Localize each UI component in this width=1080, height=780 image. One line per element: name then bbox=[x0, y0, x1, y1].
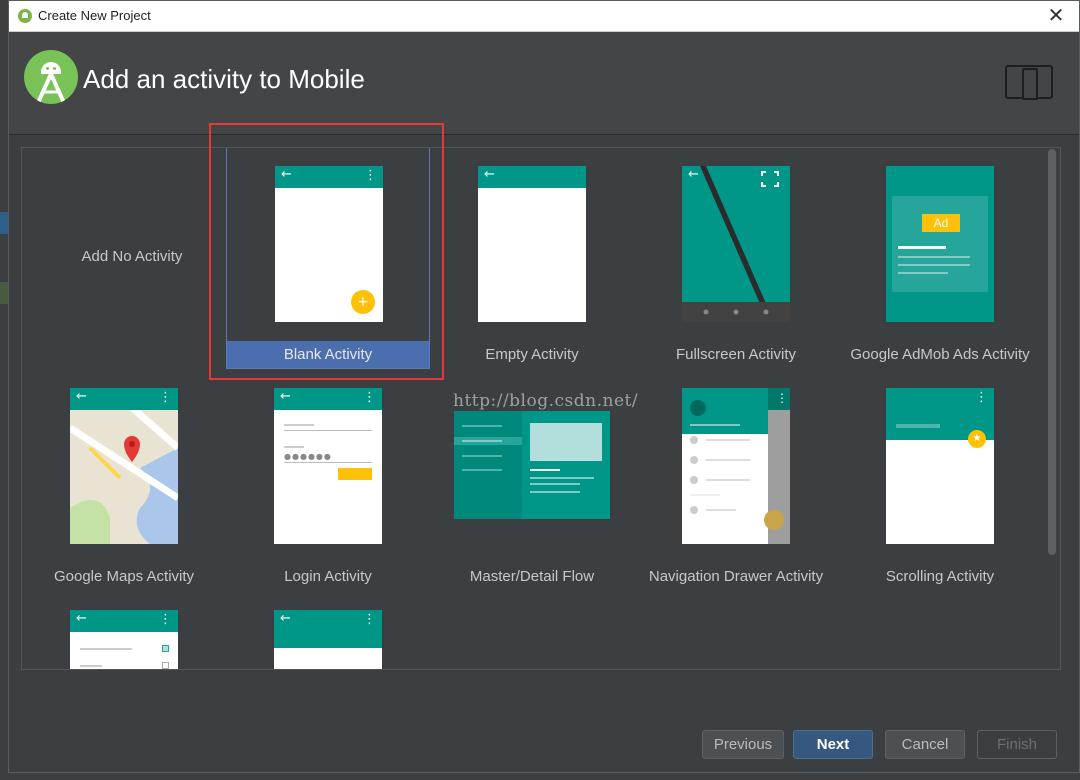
wizard-header: Add an activity to Mobile bbox=[9, 32, 1079, 135]
activity-item-tabbed-activity[interactable]: ← ⋮ bbox=[226, 591, 430, 669]
activity-thumbnail: ← bbox=[682, 166, 790, 322]
overflow-menu-icon: ⋮ bbox=[776, 391, 788, 405]
activity-item-scrolling-activity[interactable]: ⋮ ★ Scrolling Activity bbox=[838, 369, 1042, 591]
cancel-button[interactable]: Cancel bbox=[885, 730, 965, 759]
window-title: Create New Project bbox=[38, 8, 151, 23]
activity-item-login-activity[interactable]: ← ⋮ ●●●●●● Login Activity bbox=[226, 369, 430, 591]
activity-thumbnail: ← ⋮ bbox=[70, 610, 178, 669]
window-titlebar: Create New Project ✕ bbox=[9, 1, 1079, 32]
overflow-menu-icon: ⋮ bbox=[159, 390, 172, 405]
activity-item-admob-activity[interactable]: Ad Google AdMob Ads Activity bbox=[838, 148, 1042, 369]
activity-thumbnail: ← ⋮ ●●●●●● bbox=[274, 388, 382, 544]
next-button[interactable]: Next bbox=[793, 730, 873, 759]
activity-thumbnail bbox=[454, 411, 610, 519]
overflow-menu-icon: ⋮ bbox=[363, 390, 376, 405]
overflow-menu-icon: ⋮ bbox=[975, 390, 988, 405]
arrow-back-icon: ← bbox=[688, 167, 699, 182]
activity-thumbnail: ← ⋮ bbox=[274, 610, 382, 669]
arrow-back-icon: ← bbox=[280, 389, 291, 404]
android-studio-icon bbox=[18, 9, 32, 23]
create-project-dialog: Create New Project ✕ Add an activity to … bbox=[8, 0, 1080, 773]
watermark-text: http://blog.csdn.net/ bbox=[453, 391, 639, 411]
gallery-scrollbar[interactable] bbox=[1048, 149, 1056, 555]
device-form-factor-icon bbox=[1005, 65, 1053, 100]
arrow-back-icon: ← bbox=[76, 611, 87, 626]
activity-item-add-no-activity[interactable]: Add No Activity bbox=[30, 148, 234, 369]
activity-thumbnail: Ad bbox=[886, 166, 994, 322]
close-icon[interactable]: ✕ bbox=[1045, 4, 1067, 26]
star-icon: ★ bbox=[968, 430, 986, 448]
highlight-annotation-box bbox=[209, 123, 444, 380]
overflow-menu-icon: ⋮ bbox=[159, 612, 172, 627]
previous-button[interactable]: Previous bbox=[702, 730, 784, 759]
activity-thumbnail: ⋮ bbox=[682, 388, 790, 544]
android-studio-logo bbox=[24, 50, 78, 104]
activity-item-label: Scrolling Activity bbox=[885, 568, 995, 585]
activity-thumbnail: ← ⋮ bbox=[70, 388, 178, 544]
activity-item-maps-activity[interactable]: ← ⋮ Google Maps Activity bbox=[22, 369, 226, 591]
page-title: Add an activity to Mobile bbox=[83, 64, 365, 94]
finish-button: Finish bbox=[977, 730, 1057, 759]
arrow-back-icon: ← bbox=[76, 389, 87, 404]
activity-thumbnail: ⋮ ★ bbox=[886, 388, 994, 544]
ad-badge: Ad bbox=[922, 214, 960, 232]
activity-item-label: Google AdMob Ads Activity bbox=[850, 346, 1030, 363]
activity-thumbnail: ← bbox=[478, 166, 586, 322]
activity-item-navigation-drawer[interactable]: ⋮ Navigation Drawer Activity bbox=[634, 369, 838, 591]
overflow-menu-icon: ⋮ bbox=[363, 612, 376, 627]
activity-item-settings-activity[interactable]: ← ⋮ bbox=[22, 591, 226, 669]
arrow-back-icon: ← bbox=[484, 167, 495, 182]
activity-item-fullscreen-activity[interactable]: ← Fullscreen Activity bbox=[634, 148, 838, 369]
activity-item-empty-activity[interactable]: ← Empty Activity bbox=[430, 148, 634, 369]
arrow-back-icon: ← bbox=[280, 611, 291, 626]
